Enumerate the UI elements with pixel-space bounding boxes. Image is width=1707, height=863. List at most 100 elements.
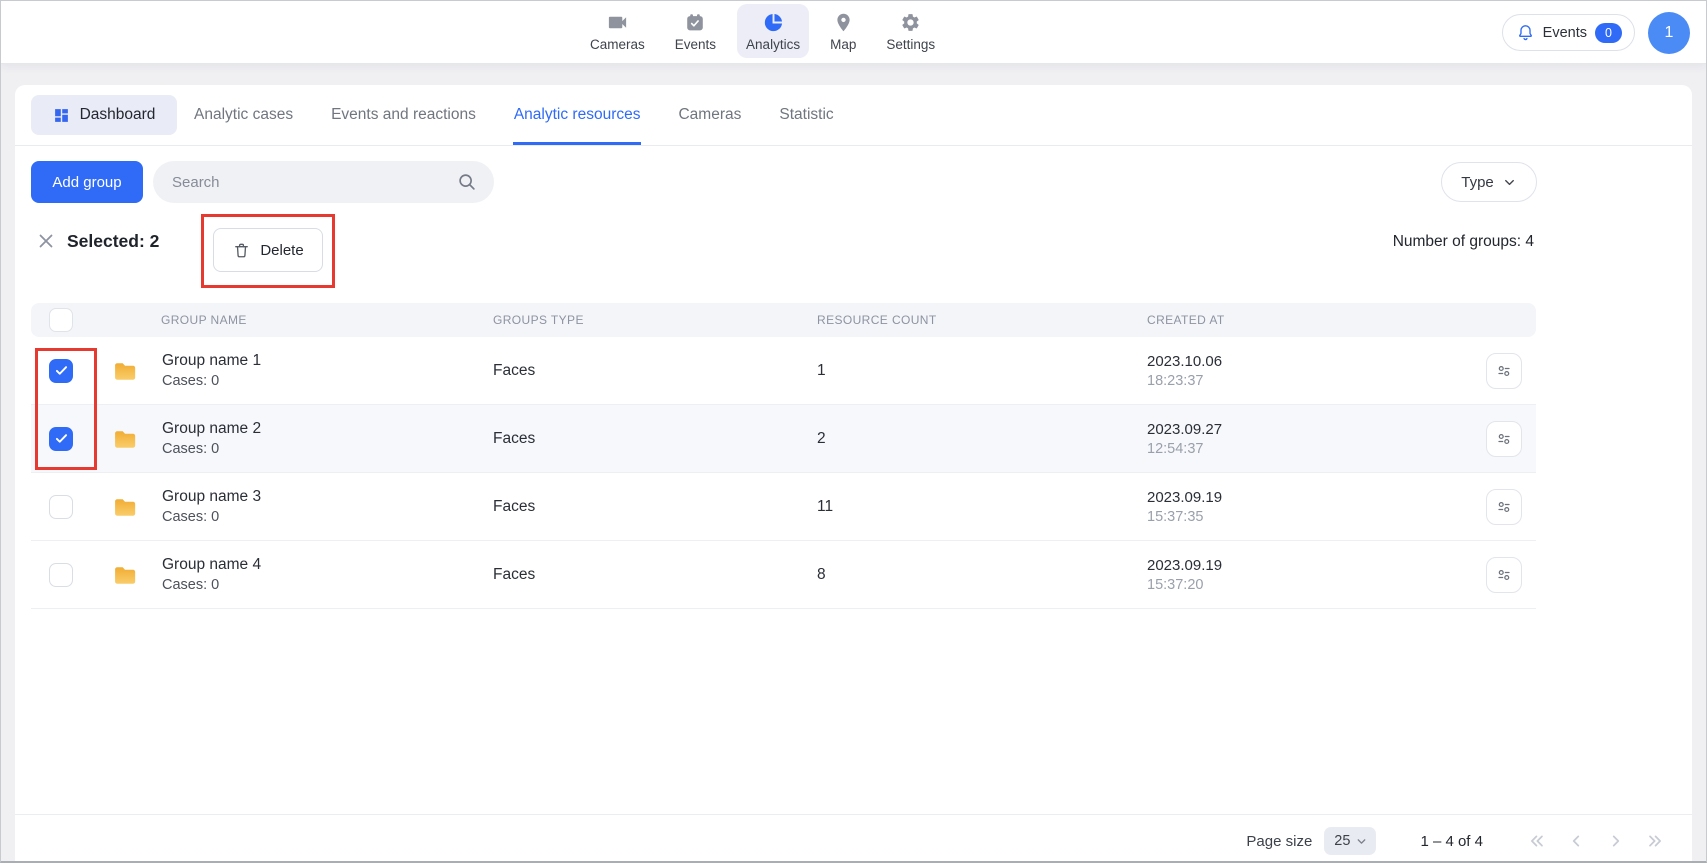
group-name: Group name 2 (162, 420, 261, 438)
topbar: Cameras Events Analytics Map (1, 1, 1706, 64)
avatar-label: 1 (1665, 24, 1674, 42)
header-group-name: GROUP NAME (95, 313, 493, 327)
group-type: Faces (493, 566, 817, 584)
header-created-at: CREATED AT (1147, 313, 1415, 327)
tabs-row: Dashboard Analytic cases Events and reac… (15, 85, 1692, 146)
sliders-icon (1494, 565, 1514, 585)
app-window: Cameras Events Analytics Map (0, 0, 1707, 863)
type-filter-label: Type (1461, 174, 1494, 191)
resource-count: 8 (817, 566, 1147, 584)
chevron-down-icon (1502, 175, 1517, 190)
header-resource-count: RESOURCE COUNT (817, 313, 1147, 327)
camera-icon (606, 11, 629, 34)
created-time: 15:37:20 (1147, 577, 1415, 593)
events-count-badge: 0 (1595, 23, 1622, 43)
footer-divider (15, 814, 1692, 815)
group-cases: Cases: 0 (162, 509, 261, 525)
content-panel: Dashboard Analytic cases Events and reac… (15, 85, 1692, 861)
created-time: 18:23:37 (1147, 373, 1415, 389)
folder-icon (111, 561, 139, 589)
tab-analytic-cases[interactable]: Analytic cases (193, 85, 294, 145)
nav-label: Map (830, 37, 856, 52)
events-button-label: Events (1543, 25, 1587, 41)
created-date: 2023.09.19 (1147, 557, 1415, 574)
gear-icon (899, 11, 922, 34)
row-settings-button[interactable] (1486, 353, 1522, 389)
resource-count: 11 (817, 498, 1147, 516)
row-settings-button[interactable] (1486, 489, 1522, 525)
delete-button[interactable]: Delete (213, 228, 323, 272)
group-type: Faces (493, 430, 817, 448)
nav-item-map[interactable]: Map (821, 4, 865, 58)
trash-icon (232, 241, 251, 260)
pager (1525, 830, 1667, 852)
table-row[interactable]: Group name 2 Cases: 0 Faces 2 2023.09.27… (31, 405, 1536, 473)
events-button[interactable]: Events 0 (1502, 14, 1635, 51)
table-row[interactable]: Group name 1 Cases: 0 Faces 1 2023.10.06… (31, 337, 1536, 405)
groups-table: GROUP NAME GROUPS TYPE RESOURCE COUNT CR… (31, 303, 1536, 609)
group-type: Faces (493, 498, 817, 516)
nav-item-analytics[interactable]: Analytics (737, 4, 809, 58)
nav-item-settings[interactable]: Settings (877, 4, 944, 58)
row-checkbox[interactable] (49, 359, 73, 383)
check-icon (54, 363, 69, 378)
sliders-icon (1494, 429, 1514, 449)
analytics-pie-icon (762, 11, 785, 34)
dashboard-label: Dashboard (80, 106, 156, 124)
group-cases: Cases: 0 (162, 373, 261, 389)
page-size-value: 25 (1334, 833, 1350, 849)
created-date: 2023.09.27 (1147, 421, 1415, 438)
nav-label: Analytics (746, 37, 800, 52)
prev-page-icon (1565, 830, 1587, 852)
created-time: 15:37:35 (1147, 509, 1415, 525)
sliders-icon (1494, 361, 1514, 381)
map-pin-icon (832, 11, 855, 34)
page-range-label: 1 – 4 of 4 (1420, 833, 1483, 850)
folder-icon (111, 357, 139, 385)
tab-statistic[interactable]: Statistic (778, 85, 834, 145)
pagination-footer: Page size 25 1 – 4 of 4 (1246, 825, 1667, 857)
resource-count: 2 (817, 430, 1147, 448)
row-settings-button[interactable] (1486, 557, 1522, 593)
nav-item-events[interactable]: Events (666, 4, 725, 58)
row-checkbox[interactable] (49, 563, 73, 587)
nav-item-cameras[interactable]: Cameras (581, 4, 654, 58)
delete-button-label: Delete (260, 242, 303, 259)
group-name: Group name 3 (162, 488, 261, 506)
check-icon (54, 431, 69, 446)
tab-analytic-resources[interactable]: Analytic resources (513, 85, 642, 145)
avatar[interactable]: 1 (1648, 12, 1690, 54)
tabs: Analytic cases Events and reactions Anal… (193, 85, 835, 145)
table-row[interactable]: Group name 3 Cases: 0 Faces 11 2023.09.1… (31, 473, 1536, 541)
prev-page-button[interactable] (1565, 830, 1587, 852)
next-page-button[interactable] (1605, 830, 1627, 852)
clear-selection-button[interactable] (36, 230, 58, 252)
folder-icon (111, 425, 139, 453)
row-settings-button[interactable] (1486, 421, 1522, 457)
created-date: 2023.10.06 (1147, 353, 1415, 370)
row-checkbox[interactable] (49, 427, 73, 451)
add-group-button[interactable]: Add group (31, 161, 143, 203)
group-name: Group name 1 (162, 352, 261, 370)
page-size-dropdown[interactable]: 25 (1324, 827, 1376, 855)
first-page-button[interactable] (1525, 830, 1547, 852)
dashboard-button[interactable]: Dashboard (31, 95, 177, 135)
main-nav: Cameras Events Analytics Map (581, 4, 944, 58)
sliders-icon (1494, 497, 1514, 517)
created-date: 2023.09.19 (1147, 489, 1415, 506)
row-checkbox[interactable] (49, 495, 73, 519)
created-time: 12:54:37 (1147, 441, 1415, 457)
nav-label: Settings (886, 37, 935, 52)
table-row[interactable]: Group name 4 Cases: 0 Faces 8 2023.09.19… (31, 541, 1536, 609)
group-cases: Cases: 0 (162, 441, 261, 457)
tab-events-and-reactions[interactable]: Events and reactions (330, 85, 477, 145)
search-input[interactable] (172, 174, 456, 191)
search-icon (456, 171, 478, 193)
group-cases: Cases: 0 (162, 577, 261, 593)
last-page-button[interactable] (1645, 830, 1667, 852)
next-page-icon (1605, 830, 1627, 852)
selected-count-label: Selected: 2 (67, 231, 159, 252)
tab-cameras[interactable]: Cameras (677, 85, 742, 145)
type-filter-dropdown[interactable]: Type (1441, 162, 1537, 202)
select-all-checkbox[interactable] (49, 308, 73, 332)
